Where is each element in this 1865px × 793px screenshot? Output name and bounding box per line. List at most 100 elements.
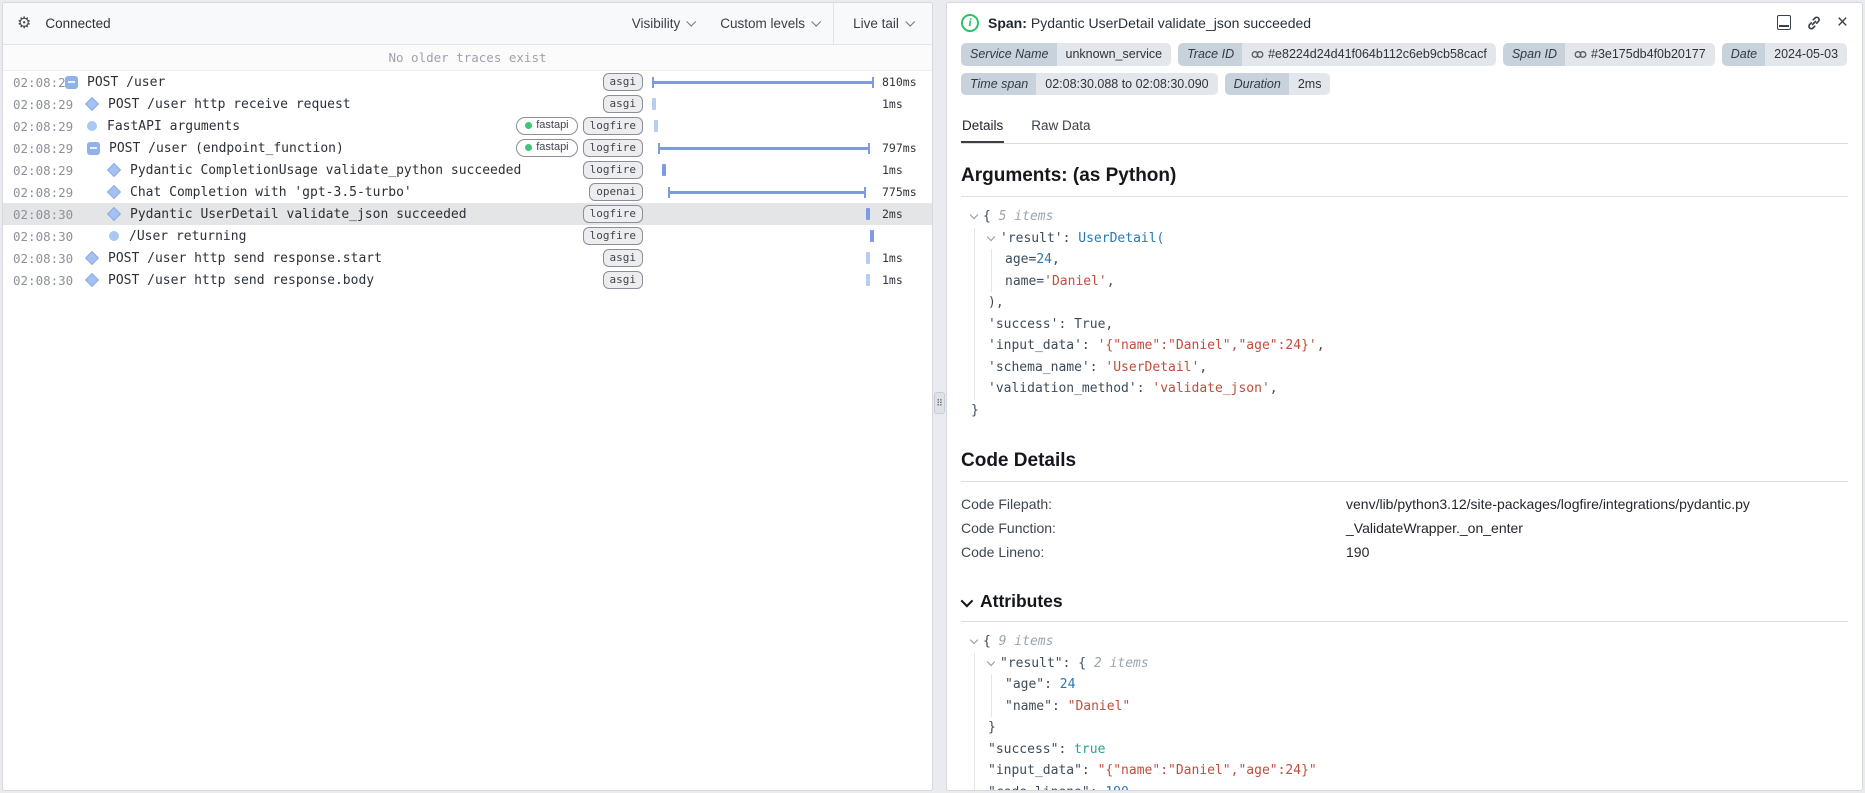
live-tail-dropdown[interactable]: Live tail <box>833 3 932 45</box>
detail-tabs: Details Raw Data <box>961 114 1848 144</box>
code-line: "result": { 2 items <box>961 652 1848 674</box>
asgi-badge: asgi <box>602 94 643 114</box>
instant-tick-bar <box>870 230 874 242</box>
code-token-plain: 'validation_method': <box>988 381 1153 396</box>
duration-label: 810ms <box>882 75 917 89</box>
logfire-badge: logfire <box>582 160 643 180</box>
logfire-badge: logfire <box>582 204 643 224</box>
tree-collapse-icon[interactable] <box>969 635 979 645</box>
scope-badges: fastapi logfire <box>344 138 643 158</box>
code-line: 'result': UserDetail( <box>961 227 1848 249</box>
code-line: 'schema_name': 'UserDetail', <box>961 356 1848 378</box>
span-detail-header: i Span: Pydantic UserDetail validate_json… <box>961 13 1848 32</box>
span-name: POST /user http send response.start <box>108 250 382 266</box>
code-token-plain: "code.lineno": <box>988 785 1105 791</box>
code-detail-row: Code Lineno: 190 <box>961 540 1848 564</box>
span-kind-label: Span: <box>988 14 1027 31</box>
code-token-num: 24 <box>1036 252 1052 267</box>
tree-collapse-icon[interactable] <box>986 232 996 241</box>
tree-collapse-icon[interactable] <box>986 657 996 666</box>
visibility-dropdown[interactable]: Visibility <box>631 16 697 31</box>
indent-guide <box>974 249 975 271</box>
span-duration-bar <box>667 186 867 198</box>
trace-row[interactable]: 02:08:30/User returning logfire <box>3 225 932 247</box>
span-title-text: Pydantic UserDetail validate_json succee… <box>1030 14 1312 31</box>
diamond-icon <box>84 272 100 288</box>
span-name: Pydantic UserDetail validate_json succee… <box>130 206 467 222</box>
trace-row[interactable]: 02:08:30 Pydantic UserDetail validate_jso… <box>3 203 932 225</box>
openai-badge: openai <box>589 182 643 202</box>
scope-badges: openai <box>412 182 643 202</box>
code-token-plain: , <box>1316 338 1325 353</box>
scope-badges: asgi <box>351 94 643 114</box>
span-name: Chat Completion with 'gpt-3.5-turbo' <box>130 184 412 200</box>
duration-label: 775ms <box>882 185 917 199</box>
code-token-str: 'Daniel' <box>1044 273 1107 289</box>
tab-details[interactable]: Details <box>961 114 1005 143</box>
dock-panel-icon[interactable] <box>1776 15 1791 30</box>
chevron-down-icon <box>811 16 822 27</box>
code-token-bool: true <box>1074 741 1106 757</box>
indent-guide <box>991 270 992 292</box>
settings-gear-icon[interactable]: ⚙ <box>17 15 31 32</box>
code-line: 'input_data': '{"name":"Daniel","age":24… <box>961 335 1848 357</box>
code-detail-value: _ValidateWrapper._on_enter <box>1346 520 1523 536</box>
custom-levels-dropdown[interactable]: Custom levels <box>720 16 822 31</box>
resize-grip-icon[interactable] <box>934 392 945 414</box>
row-timestamp: 02:08:29 <box>13 184 74 200</box>
code-line: } <box>961 717 1848 739</box>
duration-bar-track <box>652 207 874 221</box>
span-title: Span: Pydantic UserDetail validate_json s… <box>988 15 1311 31</box>
scope-badges: asgi <box>165 72 643 92</box>
trace-row[interactable]: 02:08:30 POST /user http send response.bo… <box>3 269 932 291</box>
trace-row[interactable]: 02:08:29 Pydantic CompletionUsage validat… <box>3 159 932 181</box>
code-detail-row: Code Function: _ValidateWrapper._on_enter <box>961 516 1848 540</box>
duration-bar-track <box>652 251 874 265</box>
link-icon <box>1251 50 1264 58</box>
meta-badge-value[interactable]: #3e175db4f0b20177 <box>1565 43 1715 66</box>
trace-row[interactable]: 02:08:29 FastAPI arguments fastapi logfire <box>3 115 932 137</box>
copy-link-icon[interactable] <box>1806 15 1822 31</box>
collapse-square-icon[interactable] <box>65 75 78 89</box>
code-line: name='Daniel', <box>961 270 1848 292</box>
trace-row[interactable]: 02:08:29 POST /user http receive request a… <box>3 93 932 115</box>
code-detail-label: Code Lineno: <box>961 544 1045 560</box>
indent-guide <box>974 356 975 378</box>
duration-bar-track <box>652 273 874 287</box>
meta-badge-value[interactable]: #e8224d24d41f064b112c6eb9cb58cacf <box>1242 43 1496 66</box>
span-detail-panel: i Span: Pydantic UserDetail validate_json… <box>946 2 1863 791</box>
span-name: POST /user <box>87 74 166 90</box>
code-token-plain: , <box>1199 359 1208 375</box>
collapse-square-icon[interactable] <box>87 141 100 155</box>
fastapi-badge: fastapi <box>516 138 578 158</box>
trace-row[interactable]: 02:08:29 POST /user (endpoint_function) fa… <box>3 137 932 159</box>
meta-badge-label: Service Name <box>961 43 1057 66</box>
code-line: "code.lineno": 190 <box>961 781 1848 791</box>
scope-badges: logfire <box>521 160 643 180</box>
scope-badges: logfire <box>246 226 643 246</box>
trace-row[interactable]: 02:08:29 Chat Completion with 'gpt-3.5-tu… <box>3 181 932 203</box>
visibility-dropdown-label: Visibility <box>631 16 681 31</box>
code-detail-label: Code Filepath: <box>961 496 1053 512</box>
code-token-plain: name= <box>1005 273 1045 289</box>
indent-guide <box>974 652 975 674</box>
indent-guide <box>974 674 975 696</box>
connection-status: Connected <box>45 16 111 31</box>
trace-row[interactable]: 02:08:29 POST /user asgi 810ms <box>3 71 932 93</box>
trace-list: 02:08:29 POST /user asgi 810ms 02:08:29 POST … <box>3 71 932 790</box>
code-token-plain: "age": <box>1005 677 1060 692</box>
collapse-chevron-icon[interactable] <box>960 594 974 608</box>
meta-badge: Duration 2ms <box>1224 72 1331 95</box>
close-icon[interactable]: × <box>1837 13 1848 32</box>
tab-raw-data[interactable]: Raw Data <box>1030 114 1091 143</box>
indent-guide <box>974 760 975 782</box>
code-token-plain: } <box>971 402 979 418</box>
tree-collapse-icon[interactable] <box>969 210 979 220</box>
row-timestamp: 02:08:30 <box>13 228 74 244</box>
trace-row[interactable]: 02:08:30 POST /user http send response.st… <box>3 247 932 269</box>
panel-resizer[interactable] <box>933 2 946 791</box>
diamond-icon <box>106 206 122 222</box>
code-detail-row: Code Filepath: venv/lib/python3.12/site-p… <box>961 492 1848 516</box>
meta-badge-value: 2024-05-03 <box>1765 43 1848 66</box>
instant-tick-bar <box>866 274 871 286</box>
